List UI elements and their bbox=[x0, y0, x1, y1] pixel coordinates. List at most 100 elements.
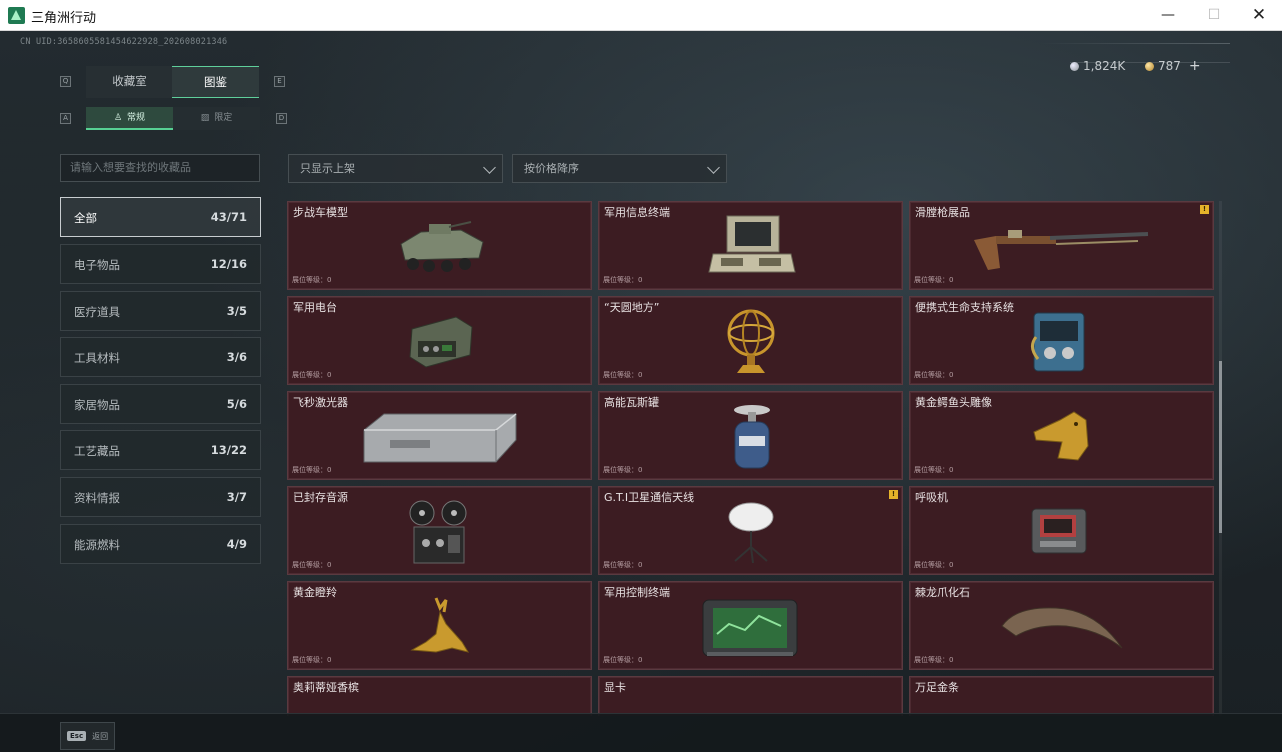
category-crafts[interactable]: 工艺藏品 13/22 bbox=[60, 430, 261, 470]
item-level: 展位等级：0 bbox=[292, 656, 332, 664]
app-logo-icon bbox=[8, 7, 25, 24]
subtab-limited[interactable]: ▨ 限定 bbox=[173, 107, 260, 130]
item-card[interactable]: G.T.I卫星通信天线 ! 展位等级：0 bbox=[598, 486, 903, 575]
item-card[interactable]: 步战车模型 展位等级：0 bbox=[287, 201, 592, 290]
item-card[interactable]: 军用信息终端 展位等级：0 bbox=[598, 201, 903, 290]
item-name: 便携式生命支持系统 bbox=[915, 301, 1014, 314]
reel-recorder-icon bbox=[409, 500, 467, 564]
item-card[interactable]: 滑膛枪展品 ! 展位等级：0 bbox=[909, 201, 1214, 290]
item-level: 展位等级：0 bbox=[914, 466, 954, 474]
collection-grid: 步战车模型 展位等级：0 军用信息终端 展位等级：0 滑膛枪展品 ! 展位等级：… bbox=[287, 201, 1217, 716]
category-household[interactable]: 家居物品 5/6 bbox=[60, 384, 261, 424]
header-divider bbox=[1040, 43, 1230, 44]
item-card[interactable]: 飞秒激光器 展位等级：0 bbox=[287, 391, 592, 480]
grid-scrollbar-thumb[interactable] bbox=[1219, 361, 1222, 533]
item-level: 展位等级：0 bbox=[292, 561, 332, 569]
currency-silver-value: 1,824K bbox=[1083, 59, 1126, 73]
shelf-filter-dropdown[interactable]: 只显示上架 bbox=[288, 154, 503, 183]
item-level: 展位等级：0 bbox=[914, 276, 954, 284]
item-card[interactable]: 已封存音源 展位等级：0 bbox=[287, 486, 592, 575]
item-card[interactable]: 万足金条 bbox=[909, 676, 1214, 716]
control-terminal-icon bbox=[702, 599, 798, 657]
minimize-button[interactable]: — bbox=[1145, 0, 1191, 31]
silver-coin-icon bbox=[1070, 61, 1079, 71]
ifv-model-icon bbox=[400, 221, 484, 272]
category-electronics[interactable]: 电子物品 12/16 bbox=[60, 244, 261, 284]
tab-collection-room[interactable]: 收藏室 bbox=[86, 66, 173, 98]
item-name: 军用信息终端 bbox=[604, 206, 670, 219]
item-name: 步战车模型 bbox=[293, 206, 348, 219]
category-label: 医疗道具 bbox=[74, 305, 120, 319]
item-name: 高能瓦斯罐 bbox=[604, 396, 659, 409]
item-name: 呼吸机 bbox=[915, 491, 948, 504]
subtab-prev-key-hint: A bbox=[60, 113, 71, 124]
item-card[interactable]: 显卡 bbox=[598, 676, 903, 716]
item-card[interactable]: 棘龙爪化石 展位等级：0 bbox=[909, 581, 1214, 670]
tab-next-key-hint: E bbox=[274, 76, 285, 87]
item-level: 展位等级：0 bbox=[292, 276, 332, 284]
item-name: G.T.I卫星通信天线 bbox=[604, 491, 695, 504]
item-name: 显卡 bbox=[604, 681, 626, 694]
category-count: 43/71 bbox=[210, 210, 247, 224]
item-name: 黄金鳄鱼头雕像 bbox=[915, 396, 992, 409]
item-card[interactable]: 高能瓦斯罐 展位等级：0 bbox=[598, 391, 903, 480]
gold-coin-icon bbox=[1145, 61, 1154, 71]
item-card[interactable]: 黄金鳄鱼头雕像 展位等级：0 bbox=[909, 391, 1214, 480]
category-label: 家居物品 bbox=[74, 398, 120, 412]
category-tools[interactable]: 工具材料 3/6 bbox=[60, 337, 261, 377]
category-count: 4/9 bbox=[226, 537, 247, 551]
item-name: “天圆地方” bbox=[604, 301, 660, 314]
category-intel[interactable]: 资料情报 3/7 bbox=[60, 477, 261, 517]
subtab-next-key-hint: D bbox=[276, 113, 287, 124]
tab-codex[interactable]: 图鉴 bbox=[172, 66, 259, 98]
item-name: 黄金瞪羚 bbox=[293, 586, 337, 599]
currency-silver: 1,824K bbox=[1070, 55, 1125, 77]
item-card[interactable]: 奥莉蒂娅香槟 bbox=[287, 676, 592, 716]
item-name: 军用控制终端 bbox=[604, 586, 670, 599]
chevron-down-icon bbox=[483, 161, 496, 174]
add-currency-button[interactable]: + bbox=[1189, 58, 1201, 74]
category-label: 电子物品 bbox=[74, 258, 120, 272]
gold-crocodile-head-icon bbox=[1033, 411, 1089, 461]
category-count: 3/7 bbox=[226, 490, 247, 504]
gas-canister-icon bbox=[734, 405, 770, 469]
sort-dropdown[interactable]: 按价格降序 bbox=[512, 154, 727, 183]
life-support-icon bbox=[1031, 312, 1085, 372]
search-input[interactable]: 请输入想要查找的收藏品 bbox=[60, 154, 260, 182]
item-name: 棘龙爪化石 bbox=[915, 586, 970, 599]
back-button[interactable]: Esc 返回 bbox=[60, 722, 115, 750]
warning-icon: ! bbox=[1200, 205, 1209, 214]
maximize-button[interactable]: ☐ bbox=[1191, 0, 1237, 31]
close-button[interactable]: ✕ bbox=[1236, 0, 1282, 31]
item-name: 奥莉蒂娅香槟 bbox=[293, 681, 359, 694]
item-name: 已封存音源 bbox=[293, 491, 348, 504]
esc-key-hint: Esc bbox=[67, 731, 87, 741]
tab-prev-key-hint: Q bbox=[60, 76, 71, 87]
window-titlebar: 三角洲行动 — ☐ ✕ bbox=[0, 0, 1282, 31]
item-card[interactable]: 便携式生命支持系统 展位等级：0 bbox=[909, 296, 1214, 385]
item-card[interactable]: 军用控制终端 展位等级：0 bbox=[598, 581, 903, 670]
category-all[interactable]: 全部 43/71 bbox=[60, 197, 261, 237]
item-card[interactable]: 呼吸机 展位等级：0 bbox=[909, 486, 1214, 575]
category-label: 全部 bbox=[74, 211, 97, 225]
item-level: 展位等级：0 bbox=[603, 466, 643, 474]
item-name: 万足金条 bbox=[915, 681, 959, 694]
item-level: 展位等级：0 bbox=[603, 561, 643, 569]
item-card[interactable]: 军用电台 展位等级：0 bbox=[287, 296, 592, 385]
category-label: 资料情报 bbox=[74, 491, 120, 505]
category-energy[interactable]: 能源燃料 4/9 bbox=[60, 524, 261, 564]
military-terminal-icon bbox=[708, 215, 796, 273]
game-viewport: CN UID:3658605581454622928_202608021346 … bbox=[0, 31, 1282, 752]
item-card[interactable]: 黄金瞪羚 展位等级：0 bbox=[287, 581, 592, 670]
category-medical[interactable]: 医疗道具 3/5 bbox=[60, 291, 261, 331]
ventilator-icon bbox=[1031, 508, 1087, 554]
item-level: 展位等级：0 bbox=[603, 276, 643, 284]
musket-icon bbox=[974, 230, 1149, 270]
category-count: 5/6 bbox=[226, 397, 247, 411]
subtab-regular[interactable]: ♙ 常规 bbox=[86, 107, 173, 130]
item-card[interactable]: “天圆地方” 展位等级：0 bbox=[598, 296, 903, 385]
gold-gazelle-icon bbox=[410, 597, 470, 653]
subtab-regular-label: 常规 bbox=[127, 113, 146, 123]
claw-fossil-icon bbox=[1001, 607, 1123, 649]
item-level: 展位等级：0 bbox=[292, 371, 332, 379]
